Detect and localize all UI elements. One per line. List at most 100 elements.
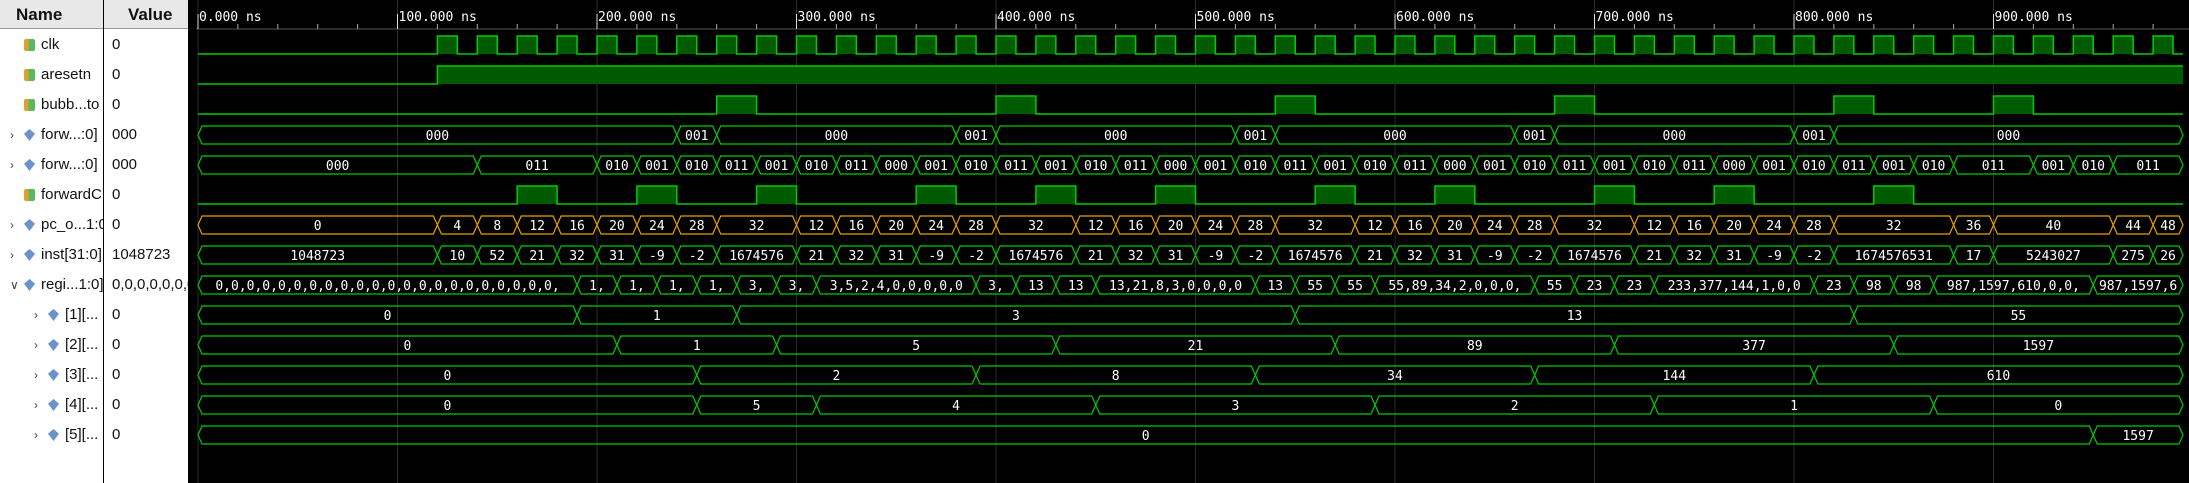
bus-value-label: 13	[1567, 309, 1583, 324]
high-fill	[1794, 36, 1814, 54]
signal-name: [2][...	[65, 336, 99, 353]
expand-chevron-icon[interactable]: ›	[10, 210, 14, 240]
high-fill	[2153, 36, 2174, 54]
signal-name: [4][...	[65, 396, 99, 413]
column-divider[interactable]	[188, 0, 196, 483]
high-fill	[1594, 186, 1635, 204]
bus-value-label: 3,	[988, 279, 1004, 294]
bus-value-label: 275	[2121, 249, 2144, 264]
bus-value-label: 001	[1323, 159, 1346, 174]
high-fill	[1634, 36, 1655, 54]
bus-value-label: 98	[1866, 279, 1882, 294]
bus-value-label: 1674576	[1288, 249, 1343, 264]
bus-value-label: 55	[1307, 279, 1323, 294]
bus-value-label: 1674576	[1009, 249, 1064, 264]
signal-row-6[interactable]: › pc_o...1:0]	[0, 210, 103, 240]
bus-value-label: 21	[1188, 339, 1204, 354]
bus-value-label: 001	[765, 159, 788, 174]
expand-chevron-icon[interactable]: ›	[10, 120, 14, 150]
bus-value-label: 16	[849, 219, 865, 234]
bus-value-label: 24	[1487, 219, 1503, 234]
high-fill	[1315, 36, 1336, 54]
expand-chevron-icon[interactable]: ›	[10, 150, 14, 180]
signal-row-0[interactable]: clk	[0, 30, 103, 60]
bus-value-label: 20	[1726, 219, 1742, 234]
bus-value-label: 24	[1208, 219, 1224, 234]
bus-value-label: 1,	[589, 279, 605, 294]
bus-value-label: 89	[1467, 339, 1483, 354]
bus-value-label: 28	[1806, 219, 1822, 234]
bus-value-label: 10	[450, 249, 466, 264]
signal-row-11[interactable]: › [3][...	[0, 360, 103, 390]
expand-chevron-icon[interactable]: ›	[34, 360, 38, 390]
bus-value-label: 28	[968, 219, 984, 234]
tick-label: 700.000 ns	[1596, 10, 1674, 25]
signal-name: [1][...	[65, 306, 99, 323]
signal-row-2[interactable]: bubb...to	[0, 90, 103, 120]
bus-value-label: 1674576531	[1855, 249, 1933, 264]
bus-value-label: 011	[725, 159, 748, 174]
collapse-chevron-icon[interactable]: ∨	[10, 270, 19, 300]
bus-value-label: 31	[609, 249, 625, 264]
bus-value-label: 13	[1068, 279, 1084, 294]
bus-value-label: 3,5,2,4,0,0,0,0,0	[830, 279, 963, 294]
expand-chevron-icon[interactable]: ›	[10, 240, 14, 270]
high-fill	[1993, 96, 2034, 114]
high-fill	[876, 36, 897, 54]
signal-row-10[interactable]: › [2][...	[0, 330, 103, 360]
signal-row-9[interactable]: › [1][...	[0, 300, 103, 330]
bus-value-label: 001	[1044, 159, 1067, 174]
signal-value: 000	[112, 156, 138, 173]
signal-row-3[interactable]: › forw...:0]	[0, 120, 103, 150]
signal-name: clk	[41, 36, 60, 53]
bus-value-label: 13	[1267, 279, 1283, 294]
high-fill	[956, 36, 977, 54]
signal-row-5[interactable]: forwardC	[0, 180, 103, 210]
signal-row-1[interactable]: aresetn	[0, 60, 103, 90]
signal-row-12[interactable]: › [4][...	[0, 390, 103, 420]
bus-value-label: 13,21,8,3,0,0,0,0	[1109, 279, 1242, 294]
tick-label: 600.000 ns	[1396, 10, 1474, 25]
high-fill	[1275, 36, 1296, 54]
bus-value-label: 55	[1347, 279, 1363, 294]
signal-row-13[interactable]: › [5][...	[0, 420, 103, 450]
signal-name: [3][...	[65, 366, 99, 383]
high-fill	[1953, 36, 1974, 54]
bus-value-label: 12	[1647, 219, 1663, 234]
signal-row-4[interactable]: › forw...:0]	[0, 150, 103, 180]
high-fill	[1115, 36, 1136, 54]
bus-value-label: 2	[1511, 399, 1519, 414]
bus-signal-icon	[24, 129, 35, 141]
signal-row-8[interactable]: ∨ regi...1:0]	[0, 270, 103, 300]
bus-value-label: 000	[1997, 129, 2020, 144]
expand-chevron-icon[interactable]: ›	[34, 420, 38, 450]
signal-value: 0,0,0,0,0,0,0	[112, 276, 188, 293]
bus-value-label: 98	[1906, 279, 1922, 294]
waveform-viewer[interactable]: 0.000 ns 100.000 ns 200.000 ns 300.000 ns 40…	[196, 0, 2189, 483]
bus-value-label: 001	[685, 129, 708, 144]
bus-value-label: 000	[1722, 159, 1745, 174]
expand-chevron-icon[interactable]: ›	[34, 330, 38, 360]
bus-value-label: 5	[753, 399, 761, 414]
bus-value-label: 000	[326, 159, 349, 174]
high-fill	[836, 36, 857, 54]
expand-chevron-icon[interactable]: ›	[34, 300, 38, 330]
bus-value-label: 010	[2082, 159, 2105, 174]
bus-value-label: 1597	[2122, 429, 2153, 444]
high-fill	[477, 36, 498, 54]
bus-value-label: 0	[384, 309, 392, 324]
bus-value-label: 20	[609, 219, 625, 234]
bus-value-label: -9	[928, 249, 944, 264]
signal-name: regi...1:0]	[41, 276, 103, 293]
bus-value-label: 000	[885, 159, 908, 174]
waveform-canvas[interactable]: 0.000 ns 100.000 ns 200.000 ns 300.000 ns 40…	[196, 0, 2189, 483]
signal-value: 0	[112, 336, 121, 353]
bus-value-label: 1,	[669, 279, 685, 294]
signal-row-7[interactable]: › inst[31:0]	[0, 240, 103, 270]
bus-value-label: 23	[1826, 279, 1842, 294]
expand-chevron-icon[interactable]: ›	[34, 390, 38, 420]
bus-value-label: 001	[1523, 129, 1546, 144]
bus-value-label: 010	[805, 159, 828, 174]
signal-value: 0	[112, 366, 121, 383]
high-fill	[517, 186, 558, 204]
